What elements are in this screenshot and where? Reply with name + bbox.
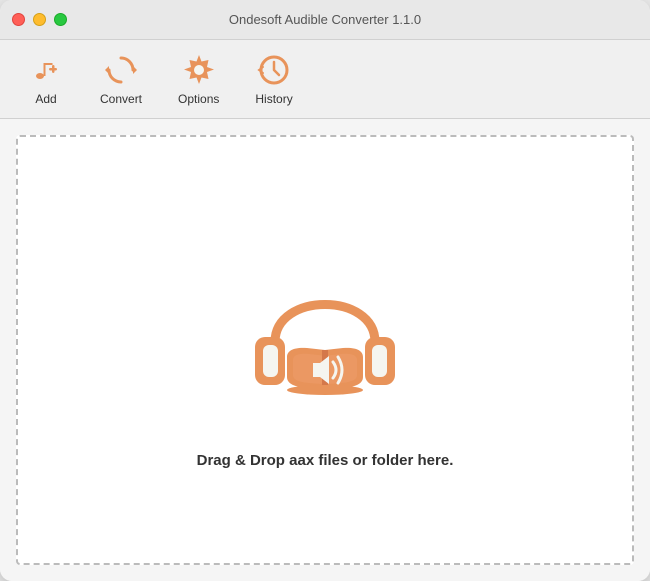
app-window: Ondesoft Audible Converter 1.1.0 [0,0,650,581]
traffic-lights [12,13,67,26]
drop-zone-icon [225,232,425,432]
drop-zone[interactable]: Drag & Drop aax files or folder here. [16,135,634,565]
toolbar: Add Convert [0,40,650,119]
add-icon [28,52,64,88]
convert-icon [103,52,139,88]
history-button[interactable]: History [237,46,310,112]
main-content: Drag & Drop aax files or folder here. [0,119,650,581]
close-button[interactable] [12,13,25,26]
options-button[interactable]: Options [160,46,237,112]
history-label: History [255,92,292,106]
history-icon [256,52,292,88]
options-label: Options [178,92,219,106]
convert-button[interactable]: Convert [82,46,160,112]
convert-label: Convert [100,92,142,106]
title-bar: Ondesoft Audible Converter 1.1.0 [0,0,650,40]
add-label: Add [35,92,56,106]
options-icon [181,52,217,88]
minimize-button[interactable] [33,13,46,26]
drop-zone-text: Drag & Drop aax files or folder here. [197,452,454,469]
window-title: Ondesoft Audible Converter 1.1.0 [229,12,421,27]
add-button[interactable]: Add [10,46,82,112]
maximize-button[interactable] [54,13,67,26]
